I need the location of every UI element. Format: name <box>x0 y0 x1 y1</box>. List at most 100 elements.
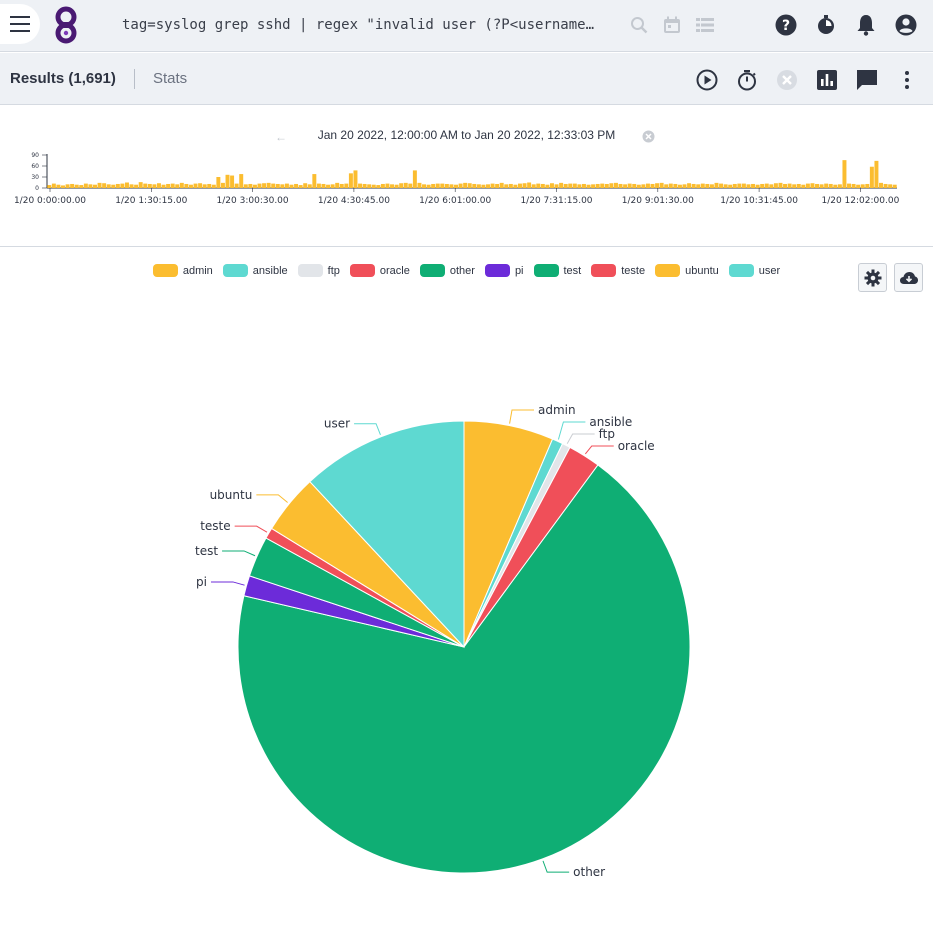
timeline-bar[interactable] <box>248 183 253 188</box>
timeline-bar[interactable] <box>490 183 495 188</box>
timeline-bar[interactable] <box>481 184 486 188</box>
notifications-bell-icon[interactable] <box>854 13 878 37</box>
timeline-bar[interactable] <box>659 182 664 188</box>
timeline-bar[interactable] <box>284 183 289 188</box>
timeline-bar[interactable] <box>152 184 157 188</box>
timeline-bar[interactable] <box>161 184 166 188</box>
timeline-bar[interactable] <box>289 184 294 188</box>
timeline-bar[interactable] <box>166 183 171 188</box>
timeline-bar[interactable] <box>266 182 271 188</box>
timeline-bar[interactable] <box>202 184 207 188</box>
timeline-bar[interactable] <box>367 184 372 188</box>
timeline-bar[interactable] <box>842 160 847 188</box>
timeline-bar[interactable] <box>70 183 75 188</box>
timeline-bar[interactable] <box>586 184 591 188</box>
timeline-bar[interactable] <box>92 184 97 188</box>
timeline-bar[interactable] <box>106 184 111 188</box>
timeline-bar[interactable] <box>833 184 838 188</box>
timeline-bar[interactable] <box>655 183 660 188</box>
timeline-bar[interactable] <box>111 184 116 188</box>
timeline-bar[interactable] <box>682 184 687 188</box>
history-icon[interactable] <box>814 13 838 37</box>
timeline-bar[interactable] <box>408 183 413 188</box>
timeline-bar[interactable] <box>860 184 865 188</box>
timeline-bar[interactable] <box>417 182 422 188</box>
timeline-bar[interactable] <box>147 183 152 188</box>
calendar-icon[interactable] <box>661 14 683 36</box>
timeline-bar[interactable] <box>796 183 801 188</box>
timeline-bar[interactable] <box>673 183 678 188</box>
comment-icon[interactable] <box>855 68 879 92</box>
timeline-bar[interactable] <box>792 184 797 188</box>
timeline-bar[interactable] <box>723 184 728 188</box>
timeline-bar[interactable] <box>193 183 198 188</box>
timeline-bar[interactable] <box>252 184 257 188</box>
chart-icon[interactable] <box>815 68 839 92</box>
timeline-bar[interactable] <box>211 184 216 188</box>
timeline-bar[interactable] <box>316 183 321 188</box>
timeline-bar[interactable] <box>856 184 861 188</box>
timeline-bar[interactable] <box>353 170 358 188</box>
timeline-bar[interactable] <box>88 184 93 188</box>
timeline-bar[interactable] <box>74 184 79 188</box>
timeline-bar[interactable] <box>362 183 367 188</box>
timeline-bar[interactable] <box>312 174 317 188</box>
timeline-bar[interactable] <box>700 183 705 188</box>
timeline-bar[interactable] <box>371 184 376 188</box>
legend-item-other[interactable]: other <box>419 264 475 277</box>
play-icon[interactable] <box>695 68 719 92</box>
timeline-bar[interactable] <box>97 182 102 188</box>
timeline-bar[interactable] <box>600 183 605 188</box>
timeline-bar[interactable] <box>554 184 559 188</box>
timeline-bar[interactable] <box>714 182 719 188</box>
search-query[interactable]: tag=syslog grep sshd | regex "invalid us… <box>122 17 602 33</box>
account-avatar-icon[interactable] <box>894 13 918 37</box>
timeline-bar[interactable] <box>828 183 833 188</box>
cancel-icon[interactable] <box>775 68 799 92</box>
timeline-bar[interactable] <box>504 184 509 188</box>
timeline-bar[interactable] <box>243 184 248 188</box>
timeline-bar[interactable] <box>230 175 235 188</box>
timeline-bar[interactable] <box>591 184 596 188</box>
timeline-bar[interactable] <box>385 183 390 188</box>
timeline-bar[interactable] <box>472 183 477 188</box>
timeline-bar[interactable] <box>559 182 564 188</box>
timeline-bar[interactable] <box>888 184 893 188</box>
timeline-bar[interactable] <box>376 185 381 188</box>
timeline-bar[interactable] <box>399 183 404 188</box>
timeline-bar[interactable] <box>632 183 637 188</box>
timeline-bar[interactable] <box>220 182 225 188</box>
timeline-bar[interactable] <box>618 183 623 188</box>
timeline-bar[interactable] <box>627 183 632 188</box>
stats-tab[interactable]: Stats <box>153 70 187 87</box>
timeline-bar[interactable] <box>687 183 692 188</box>
timeline-bar[interactable] <box>751 183 756 188</box>
timeline-bar[interactable] <box>422 184 427 188</box>
timeline-bar[interactable] <box>613 182 618 188</box>
timeline-bar[interactable] <box>51 183 56 188</box>
chart-settings-button[interactable] <box>858 263 887 292</box>
timeline-bar[interactable] <box>83 183 88 188</box>
timeline-bar[interactable] <box>623 184 628 188</box>
timeline-bar[interactable] <box>56 184 61 188</box>
timeline-bar[interactable] <box>280 184 285 188</box>
timeline-bar[interactable] <box>358 183 363 188</box>
list-view-icon[interactable] <box>694 14 716 36</box>
timer-icon[interactable] <box>735 68 759 92</box>
timeline-bar[interactable] <box>517 183 522 188</box>
timeline-bar[interactable] <box>120 183 125 188</box>
timeline-bar[interactable] <box>549 183 554 188</box>
legend-item-test[interactable]: test <box>533 264 581 277</box>
timeline-bar[interactable] <box>636 184 641 188</box>
timeline-bar[interactable] <box>403 182 408 188</box>
timeline-bar[interactable] <box>815 183 820 188</box>
timeline-bar[interactable] <box>129 184 134 188</box>
timeline-bar[interactable] <box>225 174 230 188</box>
timeline-bar[interactable] <box>486 184 490 188</box>
timeline-bar[interactable] <box>458 183 463 188</box>
legend-item-pi[interactable]: pi <box>484 264 524 277</box>
timeline-bar[interactable] <box>764 183 769 188</box>
timeline-bar[interactable] <box>819 184 824 188</box>
timeline-bar[interactable] <box>449 184 454 188</box>
timeline-bar[interactable] <box>348 173 353 188</box>
